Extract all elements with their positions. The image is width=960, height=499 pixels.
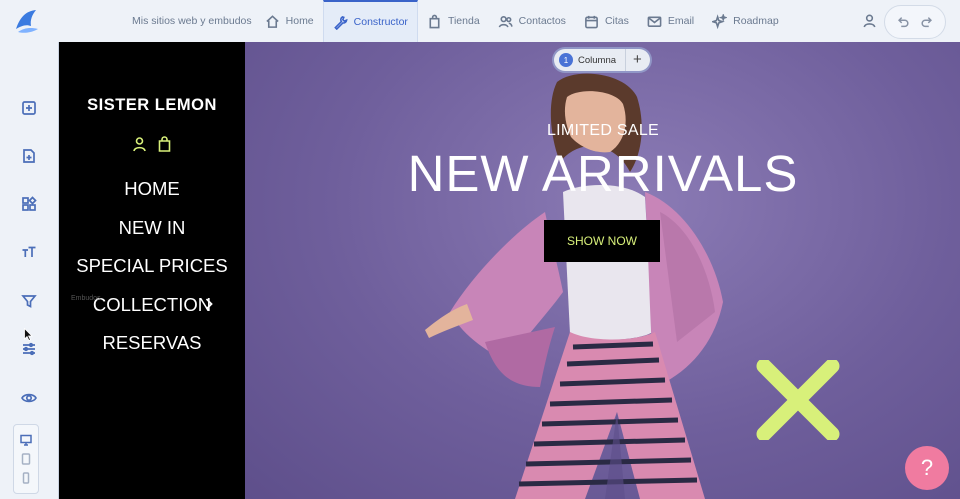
ghost-tooltip-label: Embudos [71, 295, 101, 302]
store-menu-item-home[interactable]: HOME [59, 175, 245, 214]
column-label: Columna [578, 54, 617, 66]
nav-label: Roadmap [733, 15, 779, 27]
store-nav-panel: SISTER LEMON HOME NEW IN SPECIAL PRICES … [59, 42, 245, 499]
column-pill-divider [625, 49, 627, 71]
nav-item-contactos[interactable]: Contactos [489, 0, 575, 42]
widgets-button[interactable] [19, 194, 39, 214]
cart-bag-icon[interactable] [157, 136, 172, 152]
mail-icon [647, 15, 662, 27]
preview-eye-icon [21, 393, 37, 403]
store-menu-item-special-prices[interactable]: SPECIAL PRICES [59, 252, 245, 291]
main-nav: Mis sitios web y embudos Home Constructo… [120, 0, 788, 42]
nav-label: Home [285, 15, 314, 27]
widgets-icon [22, 196, 37, 211]
chevron-right-icon [205, 298, 213, 310]
typography-button[interactable] [19, 242, 39, 262]
brand-logo-icon[interactable] [12, 7, 42, 35]
device-switcher [13, 424, 39, 494]
settings-sliders-icon [23, 342, 35, 356]
website-builder-app: Mis sitios web y embudos Home Constructo… [0, 0, 960, 499]
hero-subtitle[interactable]: LIMITED SALE [245, 122, 960, 140]
nav-item-citas[interactable]: Citas [575, 0, 638, 42]
contacts-icon [498, 15, 513, 27]
help-button[interactable]: ? [905, 446, 949, 490]
account-icon[interactable] [132, 136, 147, 152]
nav-label: Citas [604, 15, 629, 27]
undo-redo-group [884, 5, 946, 39]
add-section-button[interactable] [19, 98, 39, 118]
user-icon[interactable] [862, 13, 877, 28]
hero-model-image [425, 73, 723, 499]
sparkle-icon [712, 13, 728, 29]
desktop-icon[interactable] [20, 434, 32, 446]
hero-title[interactable]: NEW ARRIVALS [245, 144, 960, 203]
builder-sidebar [0, 42, 58, 499]
store-menu-item-reservas[interactable]: RESERVAS [59, 329, 245, 368]
store-brand-logo[interactable]: SISTER LEMON [59, 96, 245, 115]
add-column-button[interactable]: + [633, 52, 642, 67]
home-icon [265, 14, 279, 28]
builder-canvas[interactable]: SISTER LEMON HOME NEW IN SPECIAL PRICES … [58, 42, 960, 499]
show-now-button[interactable]: SHOW NOW [544, 220, 660, 262]
settings-button[interactable] [19, 339, 39, 359]
top-navigation-bar: Mis sitios web y embudos Home Constructo… [0, 0, 960, 42]
nav-item-email[interactable]: Email [638, 0, 703, 42]
mouse-cursor-icon [24, 328, 33, 341]
preview-button[interactable] [19, 388, 39, 408]
nav-item-home[interactable]: Home [256, 0, 323, 42]
add-element-button[interactable] [19, 146, 39, 166]
decorative-x-icon [756, 360, 840, 440]
mobile-icon[interactable] [20, 472, 32, 484]
nav-label: Constructor [353, 16, 408, 28]
nav-item-roadmap[interactable]: Roadmap [703, 0, 788, 42]
nav-item-tienda[interactable]: Tienda [418, 0, 489, 42]
nav-label: Contactos [518, 15, 566, 27]
add-section-icon [22, 101, 36, 115]
store-menu-item-new-in[interactable]: NEW IN [59, 214, 245, 253]
nav-label: Mis sitios web y embudos [132, 15, 252, 27]
nav-item-constructor[interactable]: Constructor [322, 0, 418, 42]
calendar-icon [585, 15, 598, 28]
typography-icon [22, 246, 36, 257]
undo-icon[interactable] [896, 15, 910, 29]
funnel-icon [21, 295, 37, 308]
store-brand-icons [132, 136, 172, 154]
nav-label: Email [667, 15, 695, 27]
column-selector-pill[interactable]: 1 Columna + [554, 49, 650, 71]
redo-icon[interactable] [920, 15, 934, 29]
wrench-icon [333, 15, 348, 30]
nav-item-sites[interactable]: Mis sitios web y embudos [120, 0, 256, 42]
tablet-icon[interactable] [20, 453, 32, 465]
shopping-bag-icon [429, 14, 440, 28]
add-element-icon [23, 149, 35, 163]
store-menu: HOME NEW IN SPECIAL PRICES COLLECTION RE… [59, 175, 245, 368]
column-number-badge: 1 [559, 53, 573, 67]
funnel-button[interactable] [19, 291, 39, 311]
nav-label: Tienda [447, 15, 480, 27]
